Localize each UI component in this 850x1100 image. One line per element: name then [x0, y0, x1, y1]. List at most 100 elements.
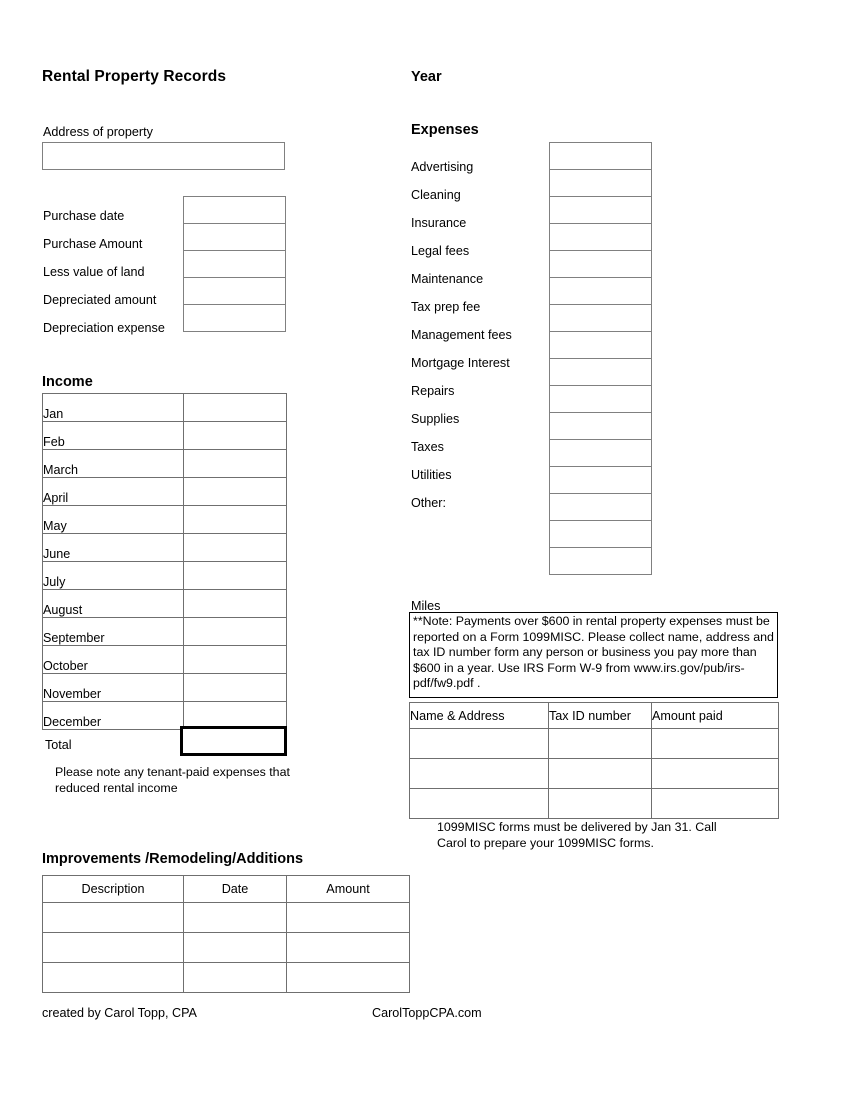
vendor-cell-name_address[interactable]	[409, 758, 549, 789]
income-month-input-feb[interactable]	[183, 421, 287, 450]
income-month-input-may[interactable]	[183, 505, 287, 534]
expense-input-maintenance[interactable]	[549, 250, 652, 278]
expense-input-repairs[interactable]	[549, 358, 652, 386]
income-month-input-april[interactable]	[183, 477, 287, 506]
page-title: Rental Property Records	[42, 68, 227, 85]
income-month-input-jan[interactable]	[183, 393, 287, 422]
income-total-label: Total	[45, 738, 72, 752]
improvements-header-date: Date	[183, 875, 287, 903]
address-of-property-input[interactable]	[42, 142, 285, 170]
income-row: March	[42, 449, 287, 478]
purchase-detail-label-depreciation-expense: Depreciation expense	[43, 321, 165, 335]
income-month-input-october[interactable]	[183, 645, 287, 674]
income-row: June	[42, 533, 287, 562]
income-month-input-november[interactable]	[183, 673, 287, 702]
improvements-cell-amount[interactable]	[286, 932, 410, 963]
vendor-1099-table: Name & Address Tax ID number Amount paid	[409, 702, 779, 819]
expense-label-other: Other:	[411, 496, 446, 510]
income-month-label-march: March	[42, 449, 184, 478]
purchase-detail-label-purchase-date: Purchase date	[43, 209, 125, 223]
vendor-cell-tax_id[interactable]	[548, 758, 652, 789]
income-row: November	[42, 673, 287, 702]
expense-input-tax-prep-fee[interactable]	[549, 277, 652, 305]
income-heading: Income	[42, 374, 93, 390]
expense-input-utilities[interactable]	[549, 439, 652, 467]
improvements-cell-amount[interactable]	[286, 902, 410, 933]
income-month-input-september[interactable]	[183, 617, 287, 646]
purchase-detail-input-purchase-date[interactable]	[183, 196, 286, 224]
table-row	[42, 962, 410, 993]
income-month-input-june[interactable]	[183, 533, 287, 562]
address-of-property-label: Address of property	[43, 125, 153, 139]
purchase-details-inputs	[183, 196, 286, 332]
improvements-cell-description[interactable]	[42, 932, 184, 963]
income-month-label-april: April	[42, 477, 184, 506]
vendor-cell-amount_paid[interactable]	[651, 788, 779, 819]
expense-input-advertising[interactable]	[549, 142, 652, 170]
improvements-cell-description[interactable]	[42, 962, 184, 993]
purchase-detail-input-less-value-of-land[interactable]	[183, 250, 286, 278]
improvements-header-description: Description	[42, 875, 184, 903]
income-month-label-september: September	[42, 617, 184, 646]
improvements-cell-description[interactable]	[42, 902, 184, 933]
expense-label-cleaning: Cleaning	[411, 188, 461, 202]
year-label: Year	[411, 69, 442, 85]
tenant-paid-expenses-note: Please note any tenant-paid expenses tha…	[55, 765, 290, 795]
income-month-input-august[interactable]	[183, 589, 287, 618]
income-row: October	[42, 645, 287, 674]
expenses-inputs	[549, 142, 652, 575]
improvements-cell-date[interactable]	[183, 932, 287, 963]
table-row	[409, 788, 779, 819]
income-month-label-october: October	[42, 645, 184, 674]
footer-created-by: created by Carol Topp, CPA	[42, 1006, 197, 1020]
expense-input-insurance[interactable]	[549, 196, 652, 224]
expenses-heading: Expenses	[411, 122, 479, 138]
income-row: Jan	[42, 393, 287, 422]
improvements-cell-amount[interactable]	[286, 962, 410, 993]
expense-input-blank-3[interactable]	[549, 547, 652, 575]
miles-label: Miles	[411, 599, 441, 613]
improvements-cell-date[interactable]	[183, 902, 287, 933]
expense-input-management-fees[interactable]	[549, 304, 652, 332]
expense-label-legal-fees: Legal fees	[411, 244, 470, 258]
expense-input-blank-1[interactable]	[549, 493, 652, 521]
income-month-input-march[interactable]	[183, 449, 287, 478]
improvements-table: Description Date Amount	[42, 875, 410, 993]
vendor-table-footnote: 1099MISC forms must be delivered by Jan …	[437, 820, 717, 850]
income-month-label-december: December	[42, 701, 184, 730]
purchase-detail-input-depreciation-expense[interactable]	[183, 304, 286, 332]
improvements-cell-date[interactable]	[183, 962, 287, 993]
income-month-input-july[interactable]	[183, 561, 287, 590]
expense-input-taxes[interactable]	[549, 412, 652, 440]
improvements-header-amount: Amount	[286, 875, 410, 903]
vendor-cell-name_address[interactable]	[409, 728, 549, 759]
expense-input-supplies[interactable]	[549, 385, 652, 413]
income-month-label-august: August	[42, 589, 184, 618]
vendor-cell-tax_id[interactable]	[548, 788, 652, 819]
expense-label-maintenance: Maintenance	[411, 272, 484, 286]
purchase-details-labels: Purchase date Purchase Amount Less value o…	[43, 202, 165, 342]
income-month-label-jan: Jan	[42, 393, 184, 422]
table-row	[42, 932, 410, 963]
expenses-labels: Advertising Cleaning Insurance Legal fees Ma…	[411, 153, 512, 517]
expense-input-other[interactable]	[549, 466, 652, 494]
purchase-detail-label-purchase-amount: Purchase Amount	[43, 237, 143, 251]
vendor-cell-name_address[interactable]	[409, 788, 549, 819]
purchase-detail-input-depreciated-amount[interactable]	[183, 277, 286, 305]
expense-input-mortgage-interest[interactable]	[549, 331, 652, 359]
income-row: September	[42, 617, 287, 646]
expense-label-advertising: Advertising	[411, 160, 474, 174]
vendor-cell-amount_paid[interactable]	[651, 758, 779, 789]
expense-input-blank-2[interactable]	[549, 520, 652, 548]
purchase-detail-input-purchase-amount[interactable]	[183, 223, 286, 251]
income-month-label-july: July	[42, 561, 184, 590]
income-row: April	[42, 477, 287, 506]
expense-input-legal-fees[interactable]	[549, 223, 652, 251]
vendor-cell-tax_id[interactable]	[548, 728, 652, 759]
expense-label-repairs: Repairs	[411, 384, 455, 398]
expense-input-cleaning[interactable]	[549, 169, 652, 197]
income-total-input[interactable]	[180, 726, 287, 756]
vendor-cell-amount_paid[interactable]	[651, 728, 779, 759]
vendor-table-header-amount-paid: Amount paid	[651, 702, 779, 729]
table-row	[409, 728, 779, 759]
